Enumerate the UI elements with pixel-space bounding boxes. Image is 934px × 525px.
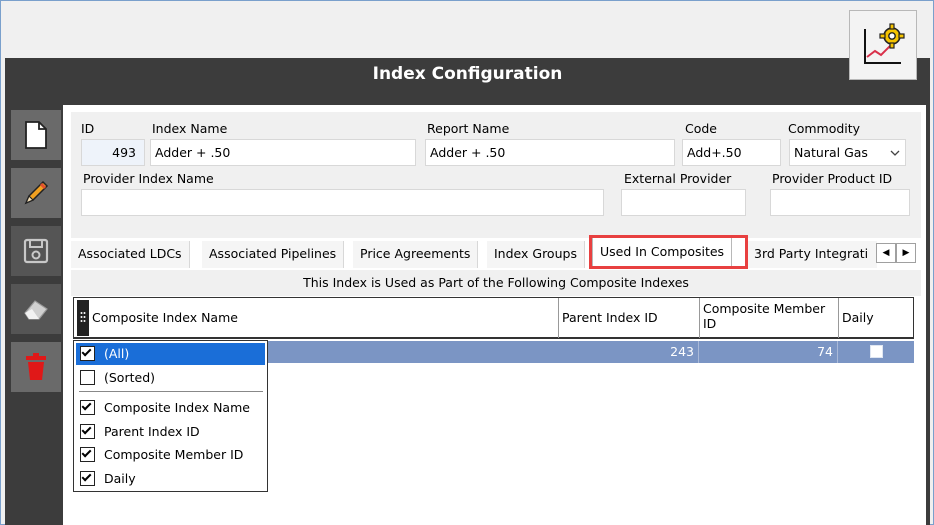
report-name-label: Report Name	[427, 121, 510, 136]
column-header-parent-index-id[interactable]: Parent Index ID	[558, 298, 699, 338]
column-header-composite-index-name[interactable]: Composite Index Name	[90, 298, 559, 338]
grid-header: Composite Index Name Parent Index ID Com…	[73, 297, 914, 339]
tab-index-groups[interactable]: Index Groups	[487, 241, 585, 268]
grip-dots-icon	[80, 312, 86, 322]
save-button[interactable]	[11, 226, 61, 276]
column-chooser-item-all[interactable]: (All)	[76, 343, 265, 365]
checkbox[interactable]	[80, 471, 95, 486]
caret-right-icon: ▶	[902, 248, 910, 258]
tab-price-agreements[interactable]: Price Agreements	[353, 241, 479, 268]
checkbox[interactable]	[80, 370, 95, 385]
commodity-select[interactable]: Natural Gas	[789, 139, 906, 166]
checkbox[interactable]	[80, 447, 95, 462]
tab-associated-pipelines[interactable]: Associated Pipelines	[202, 241, 345, 268]
provider-index-name-field[interactable]	[81, 189, 604, 216]
clear-button[interactable]	[11, 284, 61, 334]
column-chooser-item-sorted[interactable]: (Sorted)	[76, 367, 265, 389]
report-name-field[interactable]: Adder + .50	[425, 139, 675, 166]
chart-gear-icon	[864, 23, 905, 64]
column-chooser-popup: (All) (Sorted) Composite Index Name Pare…	[73, 340, 268, 492]
provider-index-name-label: Provider Index Name	[83, 171, 214, 186]
caret-left-icon: ◀	[882, 248, 890, 258]
provider-product-id-field[interactable]	[770, 189, 910, 216]
code-label: Code	[685, 121, 718, 136]
column-chooser-item-composite-member-id[interactable]: Composite Member ID	[76, 444, 265, 466]
checkbox[interactable]	[80, 424, 95, 439]
chevron-down-icon	[890, 150, 900, 156]
daily-checkbox[interactable]	[870, 345, 883, 358]
tab-scroll-right-button[interactable]: ▶	[896, 243, 916, 263]
trash-icon	[26, 353, 46, 380]
external-provider-label: External Provider	[624, 171, 732, 186]
floppy-disk-icon	[23, 238, 49, 264]
column-chooser-item-daily[interactable]: Daily	[76, 468, 265, 490]
tab-3rd-party-integration[interactable]: 3rd Party Integrati	[747, 241, 877, 268]
id-label: ID	[81, 121, 95, 136]
tab-associated-ldcs[interactable]: Associated LDCs	[71, 241, 190, 268]
id-field[interactable]: 493	[81, 139, 145, 166]
side-toolbar	[11, 110, 61, 400]
checkbox[interactable]	[80, 400, 95, 415]
page-title: Index Configuration	[372, 64, 563, 84]
checkbox[interactable]	[80, 346, 95, 361]
active-tab-highlight	[589, 235, 748, 269]
column-header-daily[interactable]: Daily	[838, 298, 914, 338]
commodity-value: Natural Gas	[794, 145, 868, 160]
popup-divider	[79, 391, 263, 392]
external-provider-field[interactable]	[621, 189, 746, 216]
column-chooser-item-parent-index-id[interactable]: Parent Index ID	[76, 421, 265, 443]
commodity-label: Commodity	[788, 121, 861, 136]
composite-member-id-cell: 74	[699, 341, 838, 363]
chart-settings-button[interactable]	[849, 10, 917, 80]
delete-button[interactable]	[11, 342, 61, 392]
provider-product-id-label: Provider Product ID	[772, 171, 893, 186]
tab-strip: Associated LDCs Associated Pipelines Pri…	[71, 237, 921, 268]
document-icon	[25, 121, 47, 149]
edit-button[interactable]	[11, 168, 61, 218]
new-document-button[interactable]	[11, 110, 61, 160]
column-header-composite-member-id[interactable]: Composite Member ID	[699, 298, 838, 338]
code-field[interactable]: Add+.50	[682, 139, 781, 166]
parent-index-id-cell: 243	[559, 341, 699, 363]
column-chooser-button[interactable]	[77, 300, 89, 336]
eraser-icon	[24, 300, 48, 320]
index-name-label: Index Name	[152, 121, 228, 136]
column-chooser-item-composite-index-name[interactable]: Composite Index Name	[76, 397, 265, 419]
grid-caption: This Index is Used as Part of the Follow…	[71, 270, 921, 296]
index-name-field[interactable]: Adder + .50	[150, 139, 416, 166]
tab-scroll-left-button[interactable]: ◀	[876, 243, 896, 263]
pencil-icon	[24, 180, 49, 205]
